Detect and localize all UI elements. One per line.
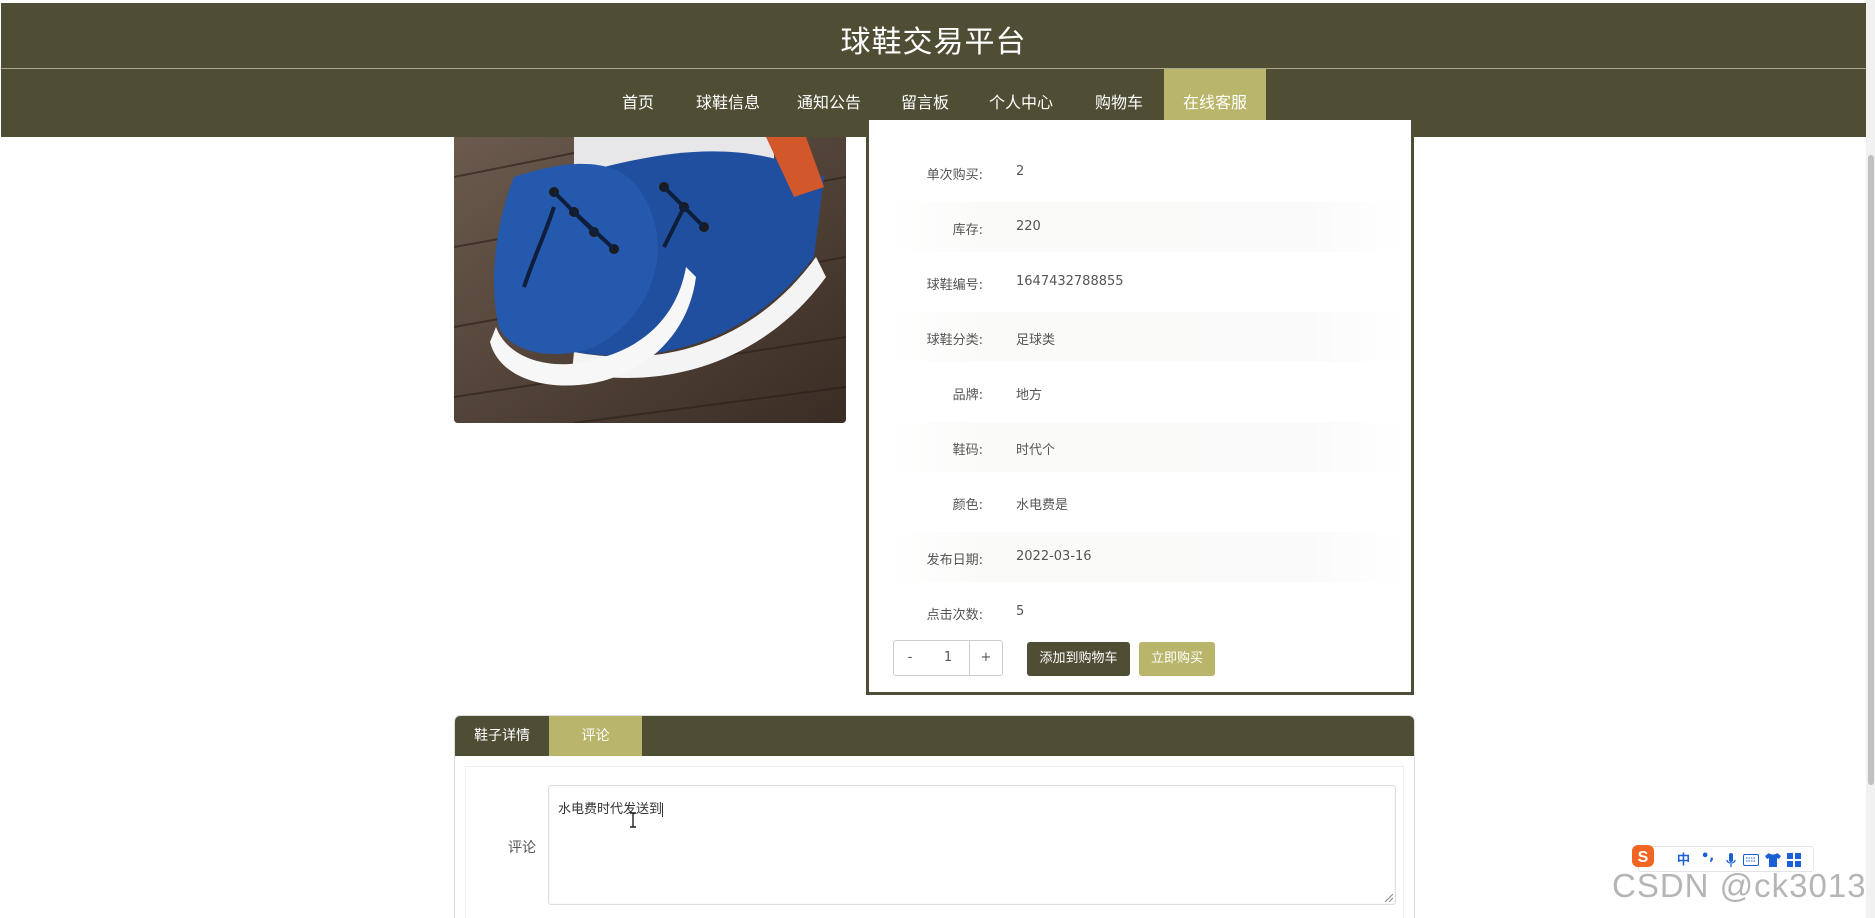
site-header: 球鞋交易平台 xyxy=(1,3,1866,69)
tab-shoe-details[interactable]: 鞋子详情 xyxy=(455,716,549,756)
text-cursor-icon xyxy=(630,812,636,828)
nav-item-sneaker-info[interactable]: 球鞋信息 xyxy=(685,69,771,137)
detail-label: 发布日期: xyxy=(926,553,983,568)
resize-grip-icon[interactable] xyxy=(1383,892,1393,902)
buy-now-button[interactable]: 立即购买 xyxy=(1139,642,1215,676)
page-scrollbar[interactable] xyxy=(1866,0,1875,918)
detail-label: 球鞋分类: xyxy=(926,333,983,348)
product-detail-box: 单次购买: 2 库存: 220 球鞋编号: 1647432788855 球鞋分类… xyxy=(866,120,1414,695)
detail-row-category: 球鞋分类: 足球类 xyxy=(887,312,1407,362)
detail-label: 颜色: xyxy=(952,498,983,513)
site-title: 球鞋交易平台 xyxy=(840,25,1027,60)
sogou-s-icon: S xyxy=(1632,845,1654,867)
microphone-icon[interactable] xyxy=(1725,852,1737,868)
quantity-decrease-button[interactable]: - xyxy=(893,640,927,676)
detail-row-color: 颜色: 水电费是 xyxy=(887,477,1407,527)
scrollbar-thumb[interactable] xyxy=(1868,155,1874,785)
ime-punctuation-label[interactable]: •, xyxy=(1701,849,1714,864)
page: 球鞋交易平台 首页 球鞋信息 通知公告 留言板 个人中心 购物车 在线客服 单次… xyxy=(0,0,1875,918)
grid-menu-icon[interactable] xyxy=(1787,853,1801,867)
tab-comments[interactable]: 评论 xyxy=(549,716,642,756)
comment-form: 评论 水电费时代发送到 xyxy=(465,766,1404,918)
detail-label: 库存: xyxy=(952,223,983,238)
detail-label: 球鞋编号: xyxy=(926,278,983,293)
detail-value: 2 xyxy=(1016,164,1025,179)
detail-tabs-panel: 鞋子详情 评论 评论 水电费时代发送到 xyxy=(454,715,1415,918)
comment-text: 水电费时代发送到 xyxy=(558,802,663,817)
detail-label: 鞋码: xyxy=(952,443,983,458)
tab-header: 鞋子详情 评论 xyxy=(455,716,1414,756)
detail-value: 5 xyxy=(1016,604,1025,619)
quantity-input[interactable]: 1 xyxy=(926,640,970,676)
detail-value: 时代个 xyxy=(1016,443,1056,458)
detail-value: 2022-03-16 xyxy=(1016,549,1092,564)
detail-label: 单次购买: xyxy=(926,168,983,183)
detail-row-sneaker-id: 球鞋编号: 1647432788855 xyxy=(887,257,1407,307)
nav-item-notices[interactable]: 通知公告 xyxy=(786,69,872,137)
keyboard-icon[interactable] xyxy=(1743,854,1759,866)
detail-value: 足球类 xyxy=(1016,333,1056,348)
ime-mode-label[interactable]: 中 xyxy=(1677,849,1690,868)
detail-value: 1647432788855 xyxy=(1016,274,1124,289)
text-caret xyxy=(662,802,664,817)
detail-value: 地方 xyxy=(1016,388,1043,403)
detail-row-click-count: 点击次数: 5 xyxy=(887,587,1407,637)
csdn-watermark: CSDN @ck3013 xyxy=(1612,867,1867,904)
svg-text:S: S xyxy=(1638,849,1649,866)
detail-value: 220 xyxy=(1016,219,1041,234)
quantity-increase-button[interactable]: + xyxy=(969,640,1003,676)
comment-label: 评论 xyxy=(508,840,536,856)
detail-row-brand: 品牌: 地方 xyxy=(887,367,1407,417)
detail-label: 品牌: xyxy=(952,388,983,403)
blue-sneaker-image xyxy=(454,137,846,423)
nav-item-home[interactable]: 首页 xyxy=(608,69,668,137)
detail-value: 水电费是 xyxy=(1016,498,1069,513)
comment-textarea[interactable]: 水电费时代发送到 xyxy=(548,785,1396,905)
skin-shirt-icon[interactable] xyxy=(1765,853,1781,867)
add-to-cart-button[interactable]: 添加到购物车 xyxy=(1027,642,1130,676)
detail-row-per-purchase: 单次购买: 2 xyxy=(887,147,1407,197)
detail-row-publish-date: 发布日期: 2022-03-16 xyxy=(887,532,1407,582)
product-image xyxy=(454,137,846,423)
detail-row-size: 鞋码: 时代个 xyxy=(887,422,1407,472)
detail-label: 点击次数: xyxy=(926,608,983,623)
detail-row-stock: 库存: 220 xyxy=(887,202,1407,252)
